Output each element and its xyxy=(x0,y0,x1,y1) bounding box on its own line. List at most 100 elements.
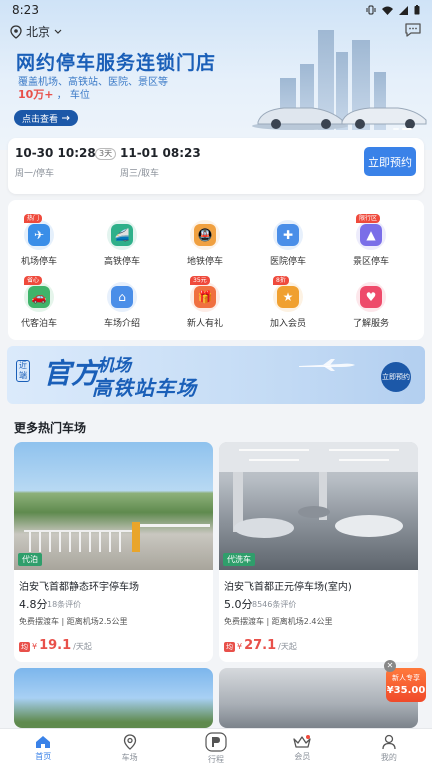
message-icon[interactable] xyxy=(404,22,422,38)
close-icon[interactable]: ✕ xyxy=(384,660,396,672)
train-parking-icon: 🚄 xyxy=(107,220,137,250)
location-icon xyxy=(123,734,136,750)
carousel-indicator xyxy=(393,128,412,130)
start-datetime[interactable]: 10-30 10:28 xyxy=(15,146,96,160)
price-unit: /天起 xyxy=(278,642,297,651)
scenic-parking-icon: ▲ 限行区 xyxy=(356,214,386,250)
subway-parking-icon: 🚇 xyxy=(190,220,220,250)
tab-profile[interactable]: 我的 xyxy=(346,729,432,768)
reservation-card: 10-30 10:28 周一/停车 3天 11-01 08:23 周三/取车 立… xyxy=(8,138,424,194)
end-datetime[interactable]: 11-01 08:23 xyxy=(120,146,201,160)
parking-name: 泊安飞首都正元停车场(室内) xyxy=(224,582,352,593)
parking-card[interactable]: 代洗车 泊安飞首都正元停车场(室内) 5.0分 8546条评价 免费摆渡车 | … xyxy=(219,442,418,662)
hero-stat: 10万+ ， 车位 xyxy=(18,86,90,102)
service-item[interactable]: ▲ 限行区景区停车 xyxy=(336,214,406,267)
vibrate-icon xyxy=(366,5,376,15)
promo-book-button[interactable]: 立即预约 xyxy=(381,362,411,392)
parking-price: 均 ¥ 19.1 /天起 xyxy=(19,638,92,653)
new-user-amount: ¥35.00 xyxy=(386,685,426,696)
parking-score: 4.8分 xyxy=(19,598,48,611)
price-tag: 均 xyxy=(224,642,235,652)
service-label: 高铁停车 xyxy=(103,257,140,267)
duration-badge: 3天 xyxy=(95,148,117,160)
tab-member[interactable]: 会员 xyxy=(259,729,345,768)
promo-official: 官方 xyxy=(43,357,100,390)
service-badge: 限行区 xyxy=(356,214,381,223)
new-user-coupon[interactable]: 新人专享 ¥35.00 ✕ xyxy=(384,660,428,702)
services-grid: ✈ 热门机场停车 🚄 高铁停车 🚇 地铁停车 ✚ 医院停车 ▲ 限行区景区停车 🚗 省心代客泊车 ⌂ 车场… xyxy=(8,200,424,340)
service-item[interactable]: ★ 8折加入会员 xyxy=(253,276,323,329)
service-item[interactable]: 🚄 高铁停车 xyxy=(87,220,157,267)
hero-cta-button[interactable]: 点击查看 xyxy=(14,110,79,126)
valet-icon: 🚗 省心 xyxy=(24,276,54,312)
service-badge: 省心 xyxy=(24,276,43,285)
hero-cta-label: 点击查看 xyxy=(22,114,59,125)
parking-price: 均 ¥ 27.1 /天起 xyxy=(224,638,297,653)
tab-label: 车场 xyxy=(121,753,138,762)
service-badge: 8折 xyxy=(273,276,289,285)
service-label: 景区停车 xyxy=(352,257,389,267)
crown-icon xyxy=(293,735,312,748)
new-user-label: 新人专享 xyxy=(392,674,420,682)
service-item[interactable]: ✚ 医院停车 xyxy=(253,220,323,267)
parking-tag: 代泊 xyxy=(18,553,42,566)
currency-symbol: ¥ xyxy=(32,642,38,651)
parking-photo: 代洗车 xyxy=(219,442,418,570)
service-label: 机场停车 xyxy=(20,257,57,267)
service-label: 代客泊车 xyxy=(20,319,57,329)
service-item[interactable]: ⌂ 车场介绍 xyxy=(87,282,157,329)
location-selector[interactable]: 北京 xyxy=(10,23,62,40)
parking-review-count: 8546条评价 xyxy=(252,600,297,609)
reserve-button[interactable]: 立即预约 xyxy=(364,147,416,176)
trip-icon xyxy=(205,732,227,752)
hospital-parking-icon: ✚ xyxy=(273,220,303,250)
bottom-nav: 首页 车场 行程 会员 我的 xyxy=(0,728,432,768)
service-item[interactable]: ♥ 了解服务 xyxy=(336,282,406,329)
user-icon xyxy=(382,734,396,750)
heart-icon: ♥ xyxy=(356,282,386,312)
currency-symbol: ¥ xyxy=(237,642,243,651)
price-amount: 19.1 xyxy=(39,638,72,653)
service-item[interactable]: ✈ 热门机场停车 xyxy=(4,214,74,267)
signal-icon xyxy=(399,5,408,15)
service-item[interactable]: 🚇 地铁停车 xyxy=(170,220,240,267)
store-icon: ⌂ xyxy=(107,282,137,312)
service-label: 医院停车 xyxy=(269,257,306,267)
parking-tag: 代洗车 xyxy=(223,553,255,566)
status-icons xyxy=(366,5,420,15)
new-user-coupon-box[interactable]: 新人专享 ¥35.00 xyxy=(386,668,426,702)
section-title: 更多热门车场 xyxy=(14,421,87,435)
service-label: 加入会员 xyxy=(269,319,306,329)
battery-icon xyxy=(414,5,420,15)
service-item[interactable]: 🎁 35元 新人有礼 xyxy=(170,276,240,329)
parking-photo xyxy=(14,668,213,728)
tab-parking[interactable]: 车场 xyxy=(86,729,172,768)
promo-near-label: 近端 xyxy=(16,360,30,382)
tab-label: 我的 xyxy=(380,753,397,762)
service-label: 新人有礼 xyxy=(186,319,223,329)
tab-label: 行程 xyxy=(208,755,225,764)
airplane-graphic xyxy=(299,359,355,371)
parking-card[interactable] xyxy=(14,668,213,728)
tab-home[interactable]: 首页 xyxy=(0,729,86,768)
service-badge: 热门 xyxy=(24,214,43,223)
promo-banner[interactable]: 近端 官方 机场 高铁站车场 立即预约 xyxy=(7,346,425,404)
service-label: 了解服务 xyxy=(352,319,389,329)
end-sub: 周三/取车 xyxy=(120,169,160,179)
member-icon: ★ 8折 xyxy=(273,276,303,312)
gate-graphic xyxy=(24,522,210,552)
promo-line2: 高铁站车场 xyxy=(92,376,197,400)
service-item[interactable]: 🚗 省心代客泊车 xyxy=(4,276,74,329)
plane-parking-icon: ✈ 热门 xyxy=(24,214,54,250)
hero-banner[interactable]: 北京 网约停车服务连锁门店 覆盖机场、高铁站、医院、景区等 10万+ ， 车位 … xyxy=(0,0,432,150)
hero-stat-sep: ， xyxy=(56,90,67,101)
tab-trip[interactable]: 行程 xyxy=(173,729,259,768)
wifi-icon xyxy=(382,6,393,15)
parking-photo: 代泊 xyxy=(14,442,213,570)
price-unit: /天起 xyxy=(73,642,92,651)
parking-desc: 免费摆渡车 | 距离机场2.4公里 xyxy=(224,617,333,626)
parking-card[interactable]: 代泊 泊安飞首都静态环宇停车场 4.8分 18条评价 免费摆渡车 | 距离机场2… xyxy=(14,442,213,662)
status-time: 8:23 xyxy=(12,3,39,17)
price-amount: 27.1 xyxy=(244,638,277,653)
start-sub: 周一/停车 xyxy=(15,169,55,179)
